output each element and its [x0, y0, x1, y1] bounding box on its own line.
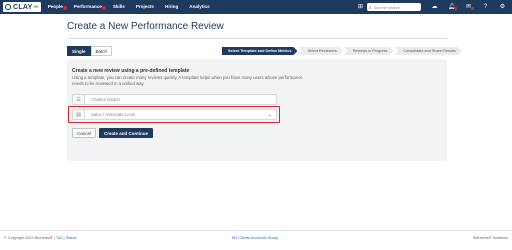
- step-consolidate-results: Consolidate and Share Results: [394, 47, 461, 55]
- search-box[interactable]: ⌕: [367, 3, 421, 11]
- copyright-text: © Copyright 2023 BizHerbs® |: [4, 236, 55, 240]
- title-divider: [67, 38, 447, 39]
- main-nav: People Performance Skills Projects Hirin…: [48, 0, 221, 14]
- notification-dot: [471, 7, 474, 10]
- nav-utilities: ⊞ ⌕ ☁ 🔔︎ ✉ ? ⚙: [347, 0, 512, 14]
- brand-logo[interactable]: CLAY HR: [3, 2, 41, 12]
- nav-item-performance[interactable]: Performance: [73, 0, 106, 14]
- brand-name: CLAY: [13, 3, 33, 11]
- nav-item-label: Analytics: [189, 4, 210, 9]
- search-icon: ⌕: [369, 4, 372, 10]
- bell-icon[interactable]: 🔔︎: [448, 0, 457, 14]
- nav-item-projects[interactable]: Projects: [136, 0, 154, 14]
- apps-icon[interactable]: ☁: [431, 0, 438, 14]
- single-mode-button[interactable]: Single: [67, 46, 91, 56]
- nav-item-label: People: [47, 4, 63, 9]
- footer-separator: |: [63, 236, 65, 240]
- top-nav-bar: CLAY HR People Performance Skills Projec…: [0, 0, 512, 14]
- brand-sub: HR: [33, 5, 39, 9]
- notification-dot: [101, 6, 106, 10]
- step-select-reviewers: Select Reviewers: [298, 47, 342, 55]
- review-steps: Select Template and Define Metrics Selec…: [222, 47, 463, 55]
- template-icon: ▤: [73, 110, 85, 119]
- employee-value: Charles Harper: [91, 97, 121, 102]
- user-icon: ☰: [73, 95, 85, 104]
- nav-item-skills[interactable]: Skills: [113, 0, 125, 14]
- notification-dot: [454, 7, 457, 10]
- nav-item-hiring[interactable]: Hiring: [165, 0, 178, 14]
- create-continue-button[interactable]: Create and Continue: [99, 128, 154, 138]
- search-input[interactable]: [373, 4, 418, 10]
- nav-item-label: Hiring: [165, 4, 179, 9]
- step-select-template: Select Template and Define Metrics: [222, 47, 297, 55]
- nav-item-people[interactable]: People: [47, 0, 67, 14]
- step-reviews-in-progress: Reviews in Progress: [344, 47, 394, 55]
- nav-item-label: Projects: [135, 4, 154, 9]
- template-form-card: Create a new review using a pre-defined …: [67, 59, 447, 161]
- footer-left: © Copyright 2023 BizHerbs® | ToS | Statu…: [4, 236, 76, 240]
- help-icon[interactable]: ?: [482, 0, 489, 14]
- page-title: Create a New Performance Review: [67, 21, 224, 32]
- status-link[interactable]: Status: [66, 236, 77, 240]
- template-select[interactable]: ▤ Sales / Associate Level ⌄: [72, 109, 277, 120]
- tos-link[interactable]: ToS: [56, 236, 63, 240]
- nav-item-label: Skills: [112, 4, 125, 9]
- notification-dot: [62, 6, 67, 10]
- nav-item-analytics[interactable]: Analytics: [189, 0, 209, 14]
- template-value: Sales / Associate Level: [91, 112, 136, 117]
- footer: © Copyright 2023 BizHerbs® | ToS | Statu…: [0, 236, 512, 246]
- form-heading: Create a new review using a pre-defined …: [72, 68, 190, 74]
- chevron-down-icon: ⌄: [267, 111, 272, 118]
- form-actions: Cancel Create and Continue: [72, 128, 156, 138]
- nav-item-label: Performance: [73, 4, 102, 9]
- footer-center-link[interactable]: BH Clients Accounts Group: [232, 236, 278, 240]
- batch-mode-button[interactable]: Batch: [90, 46, 113, 56]
- chat-icon[interactable]: ✉: [465, 0, 474, 14]
- mode-toggle: Single Batch: [67, 46, 113, 56]
- gear-icon[interactable]: ⚙: [499, 0, 506, 14]
- cancel-button[interactable]: Cancel: [72, 128, 97, 138]
- employee-field[interactable]: ☰ Charles Harper: [72, 94, 277, 105]
- logo-mark-icon: [5, 4, 11, 10]
- form-description: Using a template, you can create many re…: [72, 75, 303, 86]
- footer-right-text: BizHerbs® Solutions: [473, 236, 508, 240]
- layers-icon[interactable]: ⊞: [357, 0, 364, 14]
- footer-divider: [0, 230, 512, 231]
